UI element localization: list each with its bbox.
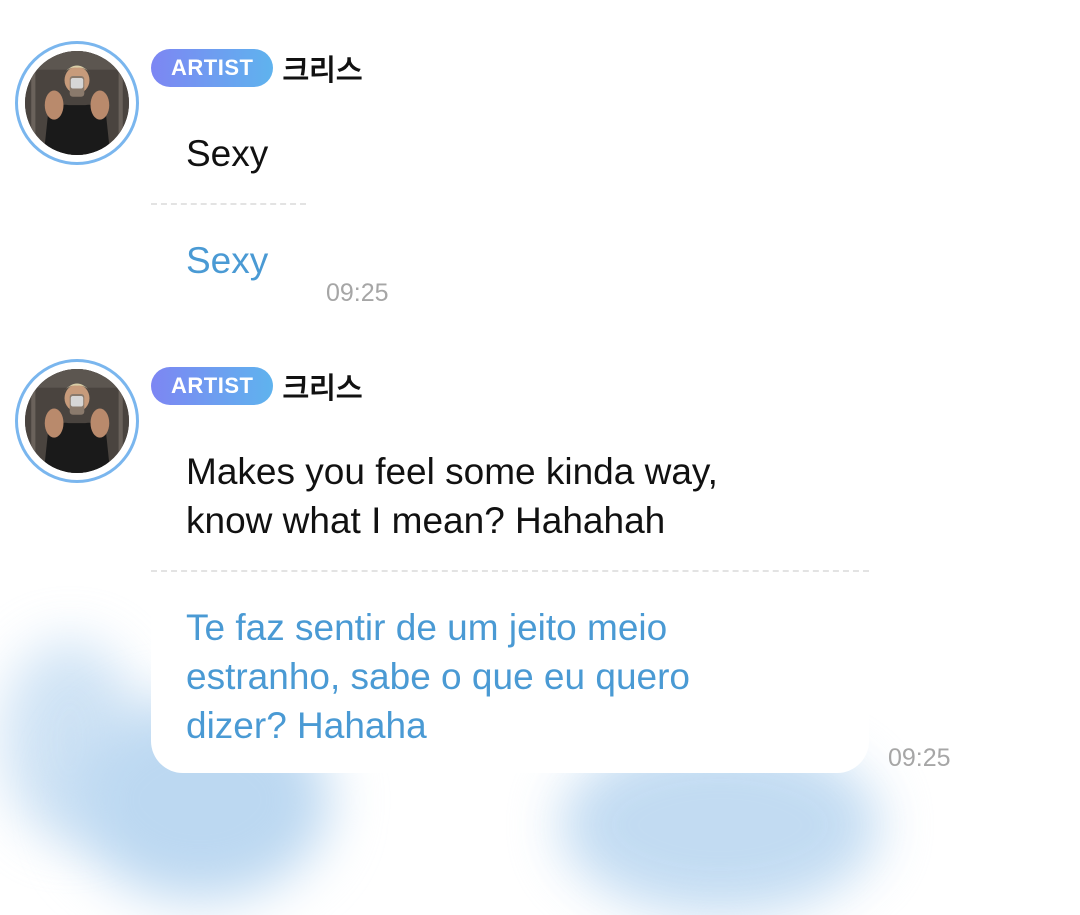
sender-name[interactable]: 크리스: [282, 47, 362, 89]
message-timestamp: 09:25: [326, 279, 389, 307]
sender-name[interactable]: 크리스: [282, 365, 362, 407]
translation-text: Sexy: [186, 240, 269, 281]
message-text-line: know what I mean? Hahahah: [186, 500, 666, 541]
message-text-line: Makes you feel some kinda way,: [186, 451, 718, 492]
message-header: ARTIST 크리스: [151, 47, 363, 89]
message-text: Sexy: [186, 133, 269, 174]
artist-avatar[interactable]: [15, 359, 139, 483]
artist-badge: ARTIST: [151, 367, 274, 405]
avatar-photo-icon: [25, 51, 129, 155]
translation-divider: [151, 570, 869, 572]
message-timestamp: 09:25: [888, 744, 951, 772]
artist-badge: ARTIST: [151, 49, 274, 87]
translation-text-line: dizer? Hahaha: [186, 705, 427, 746]
avatar-photo-icon: [25, 369, 129, 473]
translation-divider: [151, 203, 306, 205]
translation-text-line: Te faz sentir de um jeito meio: [186, 607, 668, 648]
artist-avatar[interactable]: [15, 41, 139, 165]
translation-text-line: estranho, sabe o que eu quero: [186, 656, 690, 697]
message-header: ARTIST 크리스: [151, 365, 363, 407]
